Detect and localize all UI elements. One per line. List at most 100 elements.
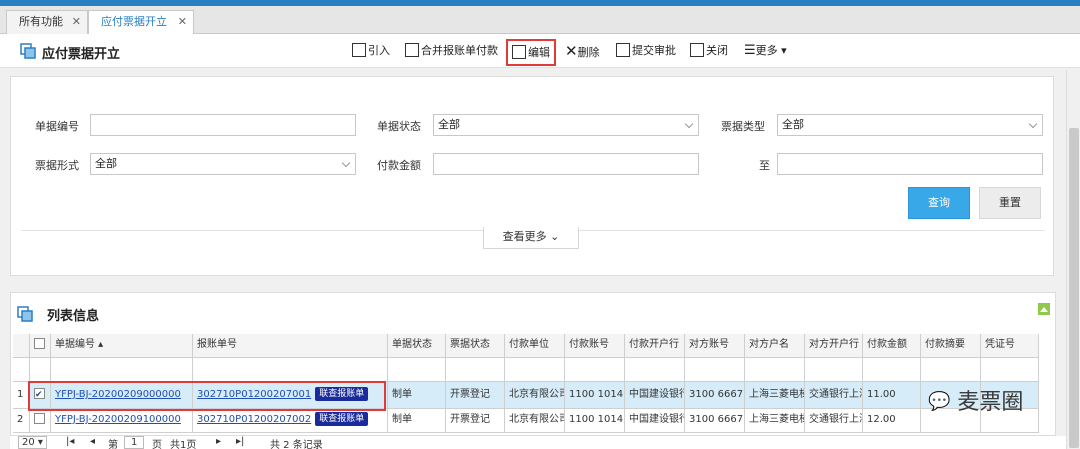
query-button[interactable]: 查询 — [908, 187, 970, 219]
column-filter-input[interactable] — [981, 358, 1039, 382]
page-size-value: 20 — [22, 437, 35, 448]
column-header-voucher[interactable]: 凭证号 — [981, 334, 1039, 358]
more-button[interactable]: ☰更多 ▾ — [744, 42, 787, 62]
amount-from-input[interactable] — [433, 153, 699, 175]
highlight-box — [28, 381, 386, 411]
column-header-payer-bank[interactable]: 付款开户行 — [625, 334, 685, 358]
close-icon[interactable]: ✕ — [72, 11, 81, 33]
tab-label: 所有功能 — [19, 15, 63, 28]
column-filter-input[interactable] — [193, 358, 388, 382]
bill-no-link[interactable]: YFPJ-BJ-20200209100000 — [55, 414, 181, 425]
page-number-input[interactable]: 1 — [124, 436, 145, 449]
view-more-button[interactable]: 查看更多 ⌄ — [483, 227, 579, 249]
close-button[interactable]: 关闭 — [690, 42, 728, 62]
table-cell-claim-no[interactable]: 302710P01200207002 联查报账单 — [193, 409, 388, 433]
column-header-bill-no[interactable]: 单据编号 ▴ — [51, 334, 193, 358]
merge-icon — [405, 43, 419, 57]
bill-no-label: 单据编号 — [35, 120, 79, 133]
row-checkbox-cell[interactable] — [30, 409, 51, 433]
column-filter-input[interactable] — [921, 358, 981, 382]
column-filter-input[interactable] — [745, 358, 805, 382]
column-filter-input[interactable] — [863, 358, 921, 382]
table-cell: 上海三菱电梯 — [745, 409, 805, 433]
last-page-icon[interactable]: ▸| — [236, 436, 244, 447]
table-cell: 交通银行上海 — [805, 382, 863, 409]
import-button[interactable]: 引入 — [352, 42, 390, 62]
column-filter-input[interactable] — [446, 358, 505, 382]
filter-cell — [30, 358, 51, 382]
tab-payable-note-issue[interactable]: 应付票据开立 ✕ — [88, 10, 194, 35]
column-header-payer-account[interactable]: 付款账号 — [565, 334, 625, 358]
watermark: 💬 麦票圈 — [928, 384, 1023, 416]
submit-approval-button[interactable]: 提交审批 — [616, 42, 676, 62]
vertical-scrollbar[interactable] — [1066, 70, 1080, 449]
table-cell: 中国建设银行 — [625, 382, 685, 409]
page-title: 应付票据开立 — [42, 47, 121, 62]
window-icon — [20, 43, 36, 59]
edit-button[interactable]: 编辑 — [506, 39, 556, 66]
header-index — [13, 334, 30, 358]
column-filter-input[interactable] — [388, 358, 446, 382]
list-icon — [17, 306, 33, 322]
more-label: 更多 — [755, 44, 778, 57]
total-pages: 共1页 — [170, 440, 197, 449]
view-more-label: 查看更多 — [502, 230, 547, 243]
bill-status-select[interactable]: 全部 — [433, 114, 699, 136]
note-form-select[interactable]: 全部 — [90, 153, 356, 175]
close-label: 关闭 — [706, 44, 728, 57]
column-header-bill-status[interactable]: 单据状态 — [388, 334, 446, 358]
note-form-label: 票据形式 — [35, 159, 79, 172]
page-size-select[interactable]: 20 ▾ — [18, 436, 47, 449]
column-header-peer-account[interactable]: 对方账号 — [685, 334, 745, 358]
bill-no-input[interactable] — [90, 114, 356, 136]
close-icon[interactable]: ✕ — [178, 11, 187, 33]
column-filter-input[interactable] — [505, 358, 565, 382]
claim-no-link[interactable]: 302710P01200207002 — [197, 414, 311, 425]
column-label: 单据编号 — [55, 339, 95, 350]
table-cell: 北京有限公司 — [505, 382, 565, 409]
table-cell: 开票登记 — [446, 382, 505, 409]
header-select-all[interactable] — [30, 334, 51, 358]
table-cell: 开票登记 — [446, 409, 505, 433]
checkbox-icon — [616, 43, 630, 57]
collapse-icon[interactable] — [1038, 303, 1050, 315]
bill-status-label: 单据状态 — [377, 120, 421, 133]
select-all-checkbox[interactable] — [34, 338, 45, 349]
import-icon — [352, 43, 366, 57]
delete-button[interactable]: ✕删除 — [565, 42, 600, 62]
tab-all-functions[interactable]: 所有功能 ✕ — [6, 10, 88, 34]
column-header-peer-name[interactable]: 对方户名 — [745, 334, 805, 358]
note-type-select[interactable]: 全部 — [777, 114, 1043, 136]
column-header-amount[interactable]: 付款金额 — [863, 334, 921, 358]
amount-label: 付款金额 — [377, 159, 421, 172]
amount-to-input[interactable] — [777, 153, 1043, 175]
first-page-icon[interactable]: |◂ — [66, 436, 74, 447]
column-header-summary[interactable]: 付款摘要 — [921, 334, 981, 358]
close-box-icon — [690, 43, 704, 57]
reset-button[interactable]: 重置 — [979, 187, 1041, 219]
edit-label: 编辑 — [528, 46, 550, 59]
table-cell-bill-no[interactable]: YFPJ-BJ-20200209100000 — [51, 409, 193, 433]
row-checkbox[interactable] — [34, 413, 45, 424]
table-cell: 上海三菱电梯 — [745, 382, 805, 409]
scrollbar-thumb[interactable] — [1069, 128, 1079, 448]
column-header-payer[interactable]: 付款单位 — [505, 334, 565, 358]
column-header-claim-no[interactable]: 报账单号 — [193, 334, 388, 358]
prev-page-icon[interactable]: ◂ — [90, 436, 95, 447]
table-cell: 12.00 — [863, 409, 921, 433]
chevron-down-icon: ⌄ — [546, 230, 560, 243]
tab-strip: 所有功能 ✕ 应付票据开立 ✕ — [0, 6, 1080, 35]
delete-icon: ✕ — [565, 42, 578, 60]
note-type-label: 票据类型 — [721, 120, 765, 133]
column-filter-input[interactable] — [625, 358, 685, 382]
column-header-peer-bank[interactable]: 对方开户行 — [805, 334, 863, 358]
column-filter-input[interactable] — [51, 358, 193, 382]
column-filter-input[interactable] — [565, 358, 625, 382]
merge-pay-button[interactable]: 合并报账单付款 — [405, 42, 498, 62]
column-filter-input[interactable] — [685, 358, 745, 382]
column-filter-input[interactable] — [805, 358, 863, 382]
to-label: 至 — [759, 159, 770, 172]
next-page-icon[interactable]: ▸ — [216, 436, 221, 447]
view-claim-tag[interactable]: 联查报账单 — [315, 412, 369, 426]
column-header-note-status[interactable]: 票据状态 — [446, 334, 505, 358]
